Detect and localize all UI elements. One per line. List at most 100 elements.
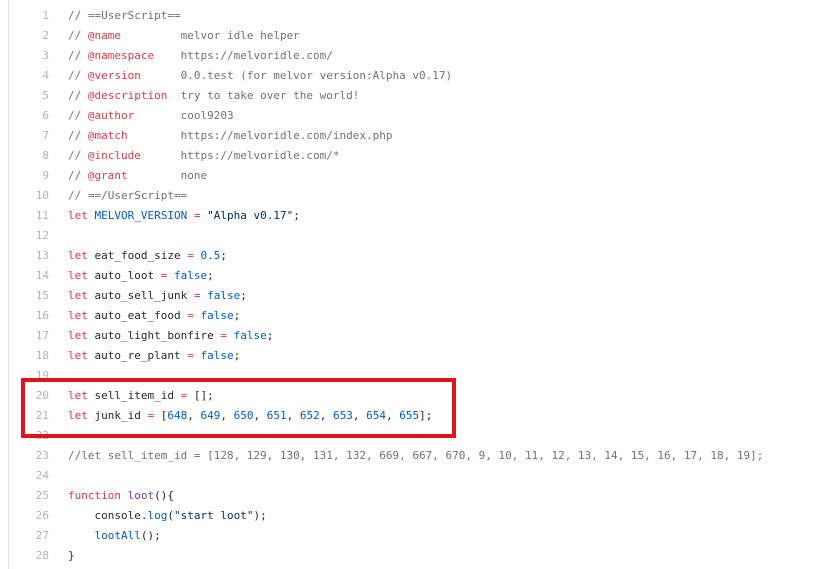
- code-token: "Alpha v0.17": [207, 209, 294, 222]
- code-text: }: [49, 546, 75, 566]
- code-line: 20 let sell_item_id = [];: [9, 386, 823, 406]
- code-token: auto_light_bonfire: [87, 329, 221, 342]
- line-number: 18: [35, 349, 49, 362]
- line-number: 4: [42, 69, 49, 82]
- code-token: (: [167, 509, 174, 522]
- code-token: //: [68, 89, 88, 102]
- code-token: =: [187, 349, 194, 362]
- code-token: try to take over the world!: [167, 89, 360, 102]
- code-token: ();: [140, 529, 161, 542]
- code-text: // @grant none: [49, 166, 207, 186]
- code-token: @author: [87, 109, 135, 122]
- code-token: @description: [87, 89, 168, 102]
- code-text: let auto_eat_food = false;: [49, 306, 240, 326]
- code-text: function loot(){: [49, 486, 174, 506]
- line-number: 20: [35, 389, 49, 402]
- code-line: 8// @include https://melvoridle.com/*: [9, 146, 823, 166]
- code-token: //: [68, 49, 88, 62]
- code-token: =: [187, 209, 208, 222]
- code-line: 3// @namespace https://melvoridle.com/: [9, 46, 823, 66]
- code-line: 18 let auto_re_plant = false;: [9, 346, 823, 366]
- code-token: 654: [366, 409, 386, 422]
- code-token: lootAll: [94, 529, 141, 542]
- code-line: 15 let auto_sell_junk = false;: [9, 286, 823, 306]
- code-token: }: [68, 549, 75, 562]
- code-line: 4// @version 0.0.test (for melvor versio…: [9, 66, 823, 86]
- code-token: let: [68, 309, 88, 322]
- code-token: https://melvoridle.com/: [154, 49, 333, 62]
- code-token: ;: [207, 269, 214, 282]
- code-token: auto_loot: [87, 269, 161, 282]
- code-token: let: [68, 209, 88, 222]
- code-token: none: [127, 169, 208, 182]
- code-token: @version: [87, 69, 141, 82]
- line-number: 25: [35, 489, 49, 502]
- code-text: let auto_sell_junk = false;: [49, 286, 247, 306]
- code-line: 16 let auto_eat_food = false;: [9, 306, 823, 326]
- code-token: log: [147, 509, 168, 522]
- code-token: ;: [293, 209, 300, 222]
- code-token: ,: [286, 409, 300, 422]
- code-token: false: [207, 289, 241, 302]
- line-number: 26: [35, 509, 49, 522]
- code-token: false: [200, 349, 234, 362]
- code-token: //let sell_item_id = [128, 129, 130, 131…: [68, 449, 764, 462]
- code-token: let: [68, 269, 88, 282]
- code-token: ,: [253, 409, 267, 422]
- code-token: );: [253, 509, 267, 522]
- code-token: ];: [419, 409, 433, 422]
- code-token: loot: [127, 489, 155, 502]
- line-number: 1: [42, 9, 49, 22]
- line-number: 23: [35, 449, 49, 462]
- code-token: let: [68, 249, 88, 262]
- code-token: ;: [233, 309, 241, 322]
- line-number: 14: [35, 269, 49, 282]
- code-token: sell_item_id: [87, 389, 181, 402]
- code-viewer: 1// ==UserScript== 2// @name melvor idle …: [8, 0, 823, 569]
- code-token: =: [187, 309, 194, 322]
- line-number: 3: [42, 49, 49, 62]
- line-number: 27: [35, 529, 49, 542]
- code-line: 9// @grant none: [9, 166, 823, 186]
- code-line: 22: [9, 426, 823, 446]
- code-token: ,: [352, 409, 367, 422]
- code-token: 655: [399, 409, 420, 422]
- code-text: let eat_food_size = 0.5;: [49, 246, 227, 266]
- code-token: ,: [220, 409, 234, 422]
- code-token: junk_id: [87, 409, 148, 422]
- code-token: eat_food_size: [87, 249, 188, 262]
- code-token: 0.0.test (for melvor version:Alpha v0.17…: [140, 69, 453, 82]
- code-line: 12: [9, 226, 823, 246]
- code-token: 648: [167, 409, 188, 422]
- code-text: // @name melvor idle helper: [49, 26, 300, 46]
- code-token: [];: [187, 389, 214, 402]
- code-token: false: [233, 329, 267, 342]
- code-text: // @include https://melvoridle.com/*: [49, 146, 340, 166]
- code-line: 2// @name melvor idle helper: [9, 26, 823, 46]
- code-token: false: [173, 269, 208, 282]
- code-line: 23 //let sell_item_id = [128, 129, 130, 1…: [9, 446, 823, 466]
- code-token: // ==/UserScript==: [68, 189, 188, 202]
- line-number: 9: [42, 169, 49, 182]
- code-token: 652: [299, 409, 320, 422]
- code-token: //: [68, 169, 88, 182]
- code-token: //: [68, 129, 88, 142]
- code-text: let junk_id = [648, 649, 650, 651, 652, …: [49, 406, 432, 426]
- code-text: // @match https://melvoridle.com/index.p…: [49, 126, 393, 146]
- code-token: let: [68, 329, 88, 342]
- code-text: let MELVOR_VERSION = "Alpha v0.17";: [49, 206, 300, 226]
- code-line: 26 console.log("start loot");: [9, 506, 823, 526]
- code-token: @include: [87, 149, 141, 162]
- code-token: ;: [220, 249, 227, 262]
- code-token: 649: [200, 409, 221, 422]
- line-number: 10: [35, 189, 49, 202]
- code-line: 21 let junk_id = [648, 649, 650, 651, 652…: [9, 406, 823, 426]
- code-token: https://melvoridle.com/index.php: [127, 129, 393, 142]
- code-token: [: [154, 409, 168, 422]
- code-token: =: [220, 329, 227, 342]
- code-token: //: [68, 109, 88, 122]
- code-line: 10 // ==/UserScript==: [9, 186, 823, 206]
- code-line: 24: [9, 466, 823, 486]
